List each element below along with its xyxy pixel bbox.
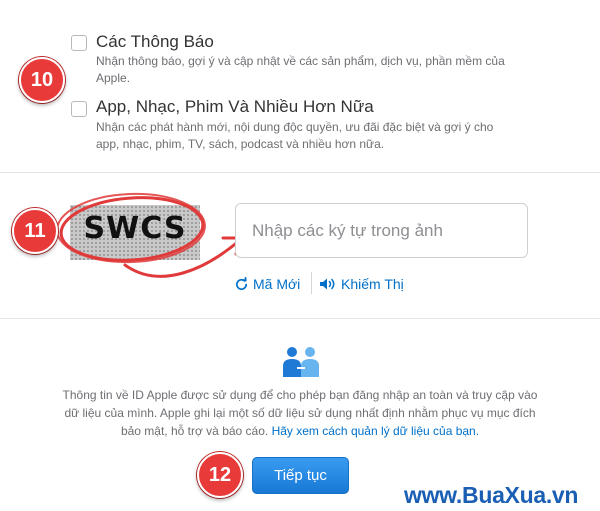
privacy-info: Thông tin về ID Apple được sử dụng để ch… (60, 386, 540, 440)
new-code-button[interactable]: Mã Mới (234, 276, 300, 292)
speaker-icon (320, 278, 335, 290)
captcha-links-separator (311, 272, 312, 294)
site-watermark: www.BuaXua.vn (404, 482, 579, 508)
new-code-label: Mã Mới (253, 276, 301, 292)
manage-data-link[interactable]: Hãy xem cách quản lý dữ liệu của bạn. (272, 424, 479, 438)
step-badge-11: 11 (12, 208, 58, 254)
privacy-people-icon (283, 347, 319, 377)
audio-captcha-button[interactable]: Khiếm Thị (319, 276, 404, 292)
captcha-input[interactable] (235, 203, 528, 258)
continue-button[interactable]: Tiếp tục (252, 457, 349, 494)
step-badge-12: 12 (197, 452, 243, 498)
audio-captcha-label: Khiếm Thị (341, 276, 404, 292)
refresh-icon (236, 276, 248, 290)
section-divider-2 (0, 318, 600, 319)
